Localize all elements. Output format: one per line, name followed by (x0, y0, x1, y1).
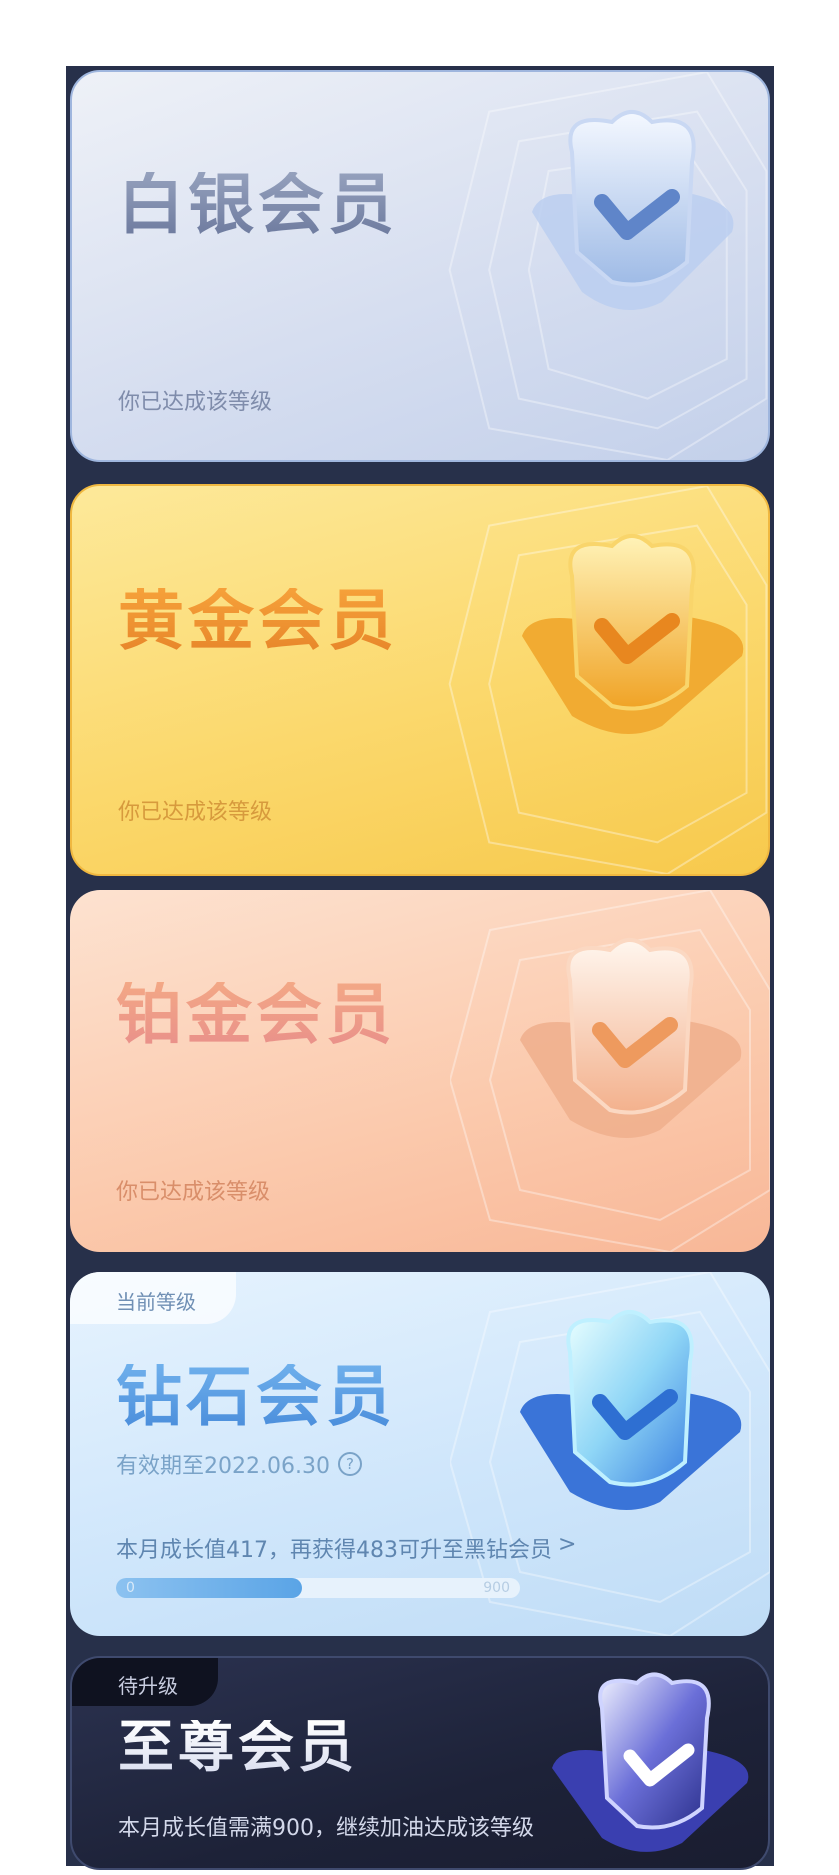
badge-check-icon (520, 938, 742, 1138)
tier-title: 铂金会员 (116, 976, 396, 1053)
tier-status: 你已达成该等级 (118, 800, 273, 825)
growth-progress-bar: 0 900 (116, 1578, 520, 1598)
badge-check-icon (552, 1672, 749, 1852)
tier-card-platinum[interactable]: 铂金会员 你已达成该等级 (70, 890, 770, 1252)
tier-card-silver[interactable]: 白银会员 你已达成该等级 (70, 70, 770, 462)
chevron-right-icon: > (557, 1532, 577, 1557)
tier-status: 你已达成该等级 (118, 390, 273, 415)
current-tier-tag: 当前等级 (70, 1272, 236, 1324)
tier-title: 白银会员 (118, 166, 398, 243)
tier-card-supreme[interactable]: 待升级 至尊会员 本月成长值需满900，继续加油达成该等级 (70, 1656, 770, 1870)
tier-card-diamond[interactable]: 当前等级 钻石会员 有效期至2022.06.30 ? 本月成长值417，再获得4… (70, 1272, 770, 1636)
badge-check-icon (520, 1310, 742, 1510)
progress-min: 0 (126, 1580, 135, 1596)
pending-tier-tag: 待升级 (72, 1658, 218, 1706)
progress-max: 900 (483, 1580, 510, 1596)
validity-text: 有效期至2022.06.30 (116, 1454, 330, 1479)
growth-text: 本月成长值417，再获得483可升至黑钻会员 (116, 1538, 552, 1563)
validity-line: 有效期至2022.06.30 ? (116, 1448, 362, 1480)
help-circle-icon[interactable]: ? (337, 1452, 362, 1476)
progress-fill (116, 1578, 302, 1598)
badge-check-icon (522, 534, 744, 734)
tier-title: 至尊会员 (118, 1715, 358, 1780)
tier-status: 你已达成该等级 (116, 1180, 271, 1205)
tier-card-gold[interactable]: 黄金会员 你已达成该等级 (70, 484, 770, 876)
growth-link[interactable]: 本月成长值417，再获得483可升至黑钻会员 > (116, 1532, 576, 1564)
tier-title: 黄金会员 (118, 582, 398, 659)
badge-check-icon (532, 110, 734, 310)
tier-title: 钻石会员 (116, 1358, 396, 1435)
tier-status: 本月成长值需满900，继续加油达成该等级 (118, 1816, 534, 1841)
